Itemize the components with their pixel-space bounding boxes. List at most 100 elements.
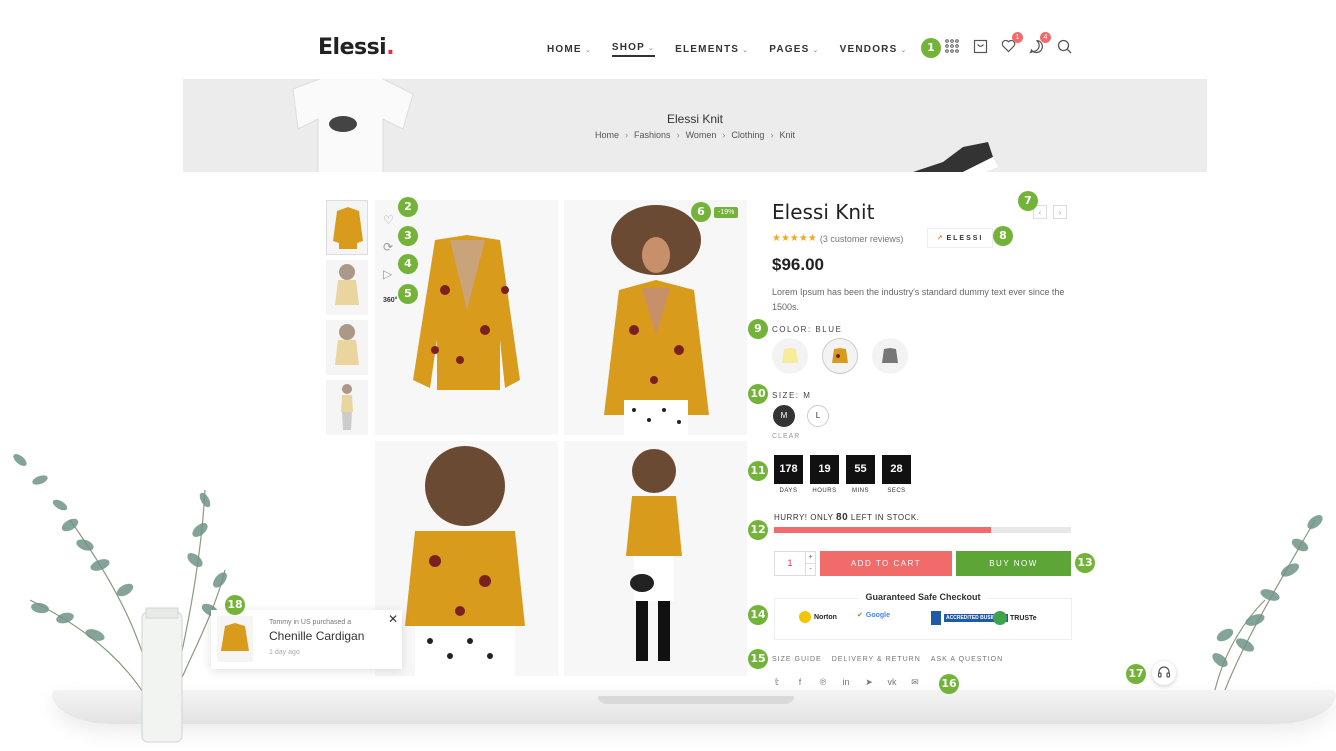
breadcrumb-separator-icon: › — [722, 130, 726, 140]
ask-question-link[interactable]: ASK A QUESTION — [931, 656, 1003, 663]
nav-vendors[interactable]: VENDORS ⌄ — [840, 42, 908, 57]
support-headset-icon[interactable] — [1152, 661, 1176, 685]
breadcrumb-banner: Elessi Knit Home › Fashions › Women › Cl… — [183, 79, 1207, 172]
marker-4: 4 — [398, 254, 418, 274]
product-image-2[interactable] — [564, 200, 747, 435]
main-nav: HOME ⌄ SHOP ⌄ ELEMENTS ⌄ PAGES ⌄ VENDORS ⌄ — [547, 42, 908, 57]
breadcrumb-fashions[interactable]: Fashions — [634, 130, 671, 140]
nav-elements[interactable]: ELEMENTS ⌄ — [675, 42, 749, 57]
safe-checkout-box: Guaranteed Safe Checkout Norton ✔ Google … — [774, 592, 1072, 640]
clear-selection-link[interactable]: CLEAR — [772, 433, 800, 440]
breadcrumb-clothing[interactable]: Clothing — [731, 130, 764, 140]
chevron-down-icon: ⌄ — [648, 44, 656, 52]
countdown-secs: 28 SECS — [882, 455, 911, 494]
marker-18: 18 — [225, 595, 245, 615]
stock-progress-bar — [774, 527, 1071, 533]
safe-checkout-title: Guaranteed Safe Checkout — [775, 592, 1071, 602]
product-price: $96.00 — [772, 255, 824, 274]
grid-menu-icon[interactable] — [943, 37, 961, 55]
nav-pages[interactable]: PAGES ⌄ — [769, 42, 819, 57]
stock-progress-fill — [774, 527, 991, 533]
chevron-down-icon: ⌄ — [900, 46, 908, 54]
telegram-icon[interactable]: ➤ — [864, 677, 874, 687]
right-plant-decoration — [1212, 515, 1323, 690]
size-guide-link[interactable]: SIZE GUIDE — [772, 656, 822, 663]
size-option-l[interactable]: L — [807, 405, 829, 427]
product-image-3[interactable] — [375, 441, 558, 676]
countdown-timer: 178 DAYS 19 HOURS 55 MINS 28 SECS — [774, 455, 911, 494]
purchase-product-name[interactable]: Chenille Cardigan — [269, 629, 364, 643]
email-icon[interactable]: ✉ — [910, 677, 920, 687]
quantity-decrease-button[interactable]: - — [806, 564, 815, 575]
countdown-mins: 55 MINS — [846, 455, 875, 494]
thumbnail-4[interactable] — [326, 380, 368, 435]
breadcrumb-home[interactable]: Home — [595, 130, 619, 140]
marker-1: 1 — [921, 38, 941, 58]
brand-logo[interactable]: ↗ ELESSI — [927, 228, 993, 248]
close-icon[interactable]: ✕ — [388, 612, 398, 626]
social-share: 𝕥 f ℗ in ➤ vk ✉ — [772, 677, 920, 688]
recent-purchase-popup[interactable]: Tommy in US purchased a Chenille Cardiga… — [211, 610, 402, 669]
laptop-notch — [598, 696, 794, 704]
quantity-increase-button[interactable]: + — [806, 552, 815, 564]
marker-16: 16 — [939, 674, 959, 694]
logo[interactable]: Elessi. — [318, 35, 395, 60]
nav-shop[interactable]: SHOP ⌄ — [611, 42, 656, 57]
marker-5: 5 — [398, 284, 418, 304]
banner-shoe-image — [913, 142, 998, 172]
breadcrumb-separator-icon: › — [770, 130, 774, 140]
vk-icon[interactable]: vk — [887, 677, 897, 687]
thumbnail-list — [326, 200, 368, 440]
product-image-4[interactable] — [564, 441, 747, 676]
color-swatch-yellow[interactable] — [772, 338, 808, 374]
marker-6: 6 — [691, 202, 711, 222]
breadcrumb-separator-icon: › — [625, 130, 629, 140]
delivery-return-link[interactable]: DELIVERY & RETURN — [832, 656, 921, 663]
chevron-down-icon: ⌄ — [812, 46, 820, 54]
size-options: M L — [773, 405, 829, 427]
search-icon[interactable] — [1055, 37, 1073, 55]
marker-10: 10 — [748, 384, 768, 404]
norton-badge: Norton — [799, 611, 837, 623]
marker-11: 11 — [748, 461, 768, 481]
product-prev-next: ‹ › — [1033, 205, 1067, 219]
linkedin-icon[interactable]: in — [841, 677, 851, 687]
cart-icon[interactable] — [971, 37, 989, 55]
wishlist-count-badge: 1 — [1012, 32, 1023, 43]
facebook-icon[interactable]: f — [795, 677, 805, 687]
size-option-m[interactable]: M — [773, 405, 795, 427]
wishlist-heart-icon[interactable]: 1 — [999, 32, 1023, 55]
marker-2: 2 — [398, 197, 418, 217]
review-count-link[interactable]: (3 customer reviews) — [820, 234, 904, 244]
pinterest-icon[interactable]: ℗ — [818, 677, 828, 687]
marker-12: 12 — [748, 520, 768, 540]
purchase-message: Tommy in US purchased a — [269, 619, 352, 626]
nav-home[interactable]: HOME ⌄ — [547, 42, 592, 57]
thumbnail-3[interactable] — [326, 320, 368, 375]
color-swatch-blue[interactable] — [822, 338, 858, 374]
breadcrumb-women[interactable]: Women — [686, 130, 717, 140]
product-description: Lorem Ipsum has been the industry's stan… — [772, 287, 1065, 312]
compare-chat-icon[interactable]: 4 — [1027, 32, 1051, 55]
marker-8: 8 — [993, 226, 1013, 246]
site-header: Elessi. HOME ⌄ SHOP ⌄ ELEMENTS ⌄ PAGES ⌄ VEN… — [183, 20, 1207, 78]
thumbnail-2[interactable] — [326, 260, 368, 315]
marker-3: 3 — [398, 226, 418, 246]
google-trusted-store-badge: ✔ Google — [857, 611, 890, 620]
page-title: Elessi Knit — [666, 112, 724, 126]
quantity-stepper[interactable]: 1 + - — [774, 551, 816, 576]
truste-badge: TRUSTe — [993, 611, 1037, 625]
product-rating: ★★★★★ (3 customer reviews) — [772, 233, 903, 244]
marker-14: 14 — [748, 605, 768, 625]
quantity-value[interactable]: 1 — [775, 552, 805, 575]
buy-now-button[interactable]: BUY NOW — [956, 551, 1071, 576]
breadcrumb-separator-icon: › — [676, 130, 680, 140]
stock-message: HURRY! ONLY 80 LEFT IN STOCK. — [774, 512, 920, 523]
twitter-icon[interactable]: 𝕥 — [772, 677, 782, 687]
next-product-chevron-right-icon[interactable]: › — [1053, 205, 1067, 219]
header-icons: 1 4 — [943, 32, 1073, 55]
countdown-hours: 19 HOURS — [810, 455, 839, 494]
thumbnail-1[interactable] — [326, 200, 368, 255]
add-to-cart-button[interactable]: ADD TO CART — [820, 551, 952, 576]
color-swatch-gray[interactable] — [872, 338, 908, 374]
